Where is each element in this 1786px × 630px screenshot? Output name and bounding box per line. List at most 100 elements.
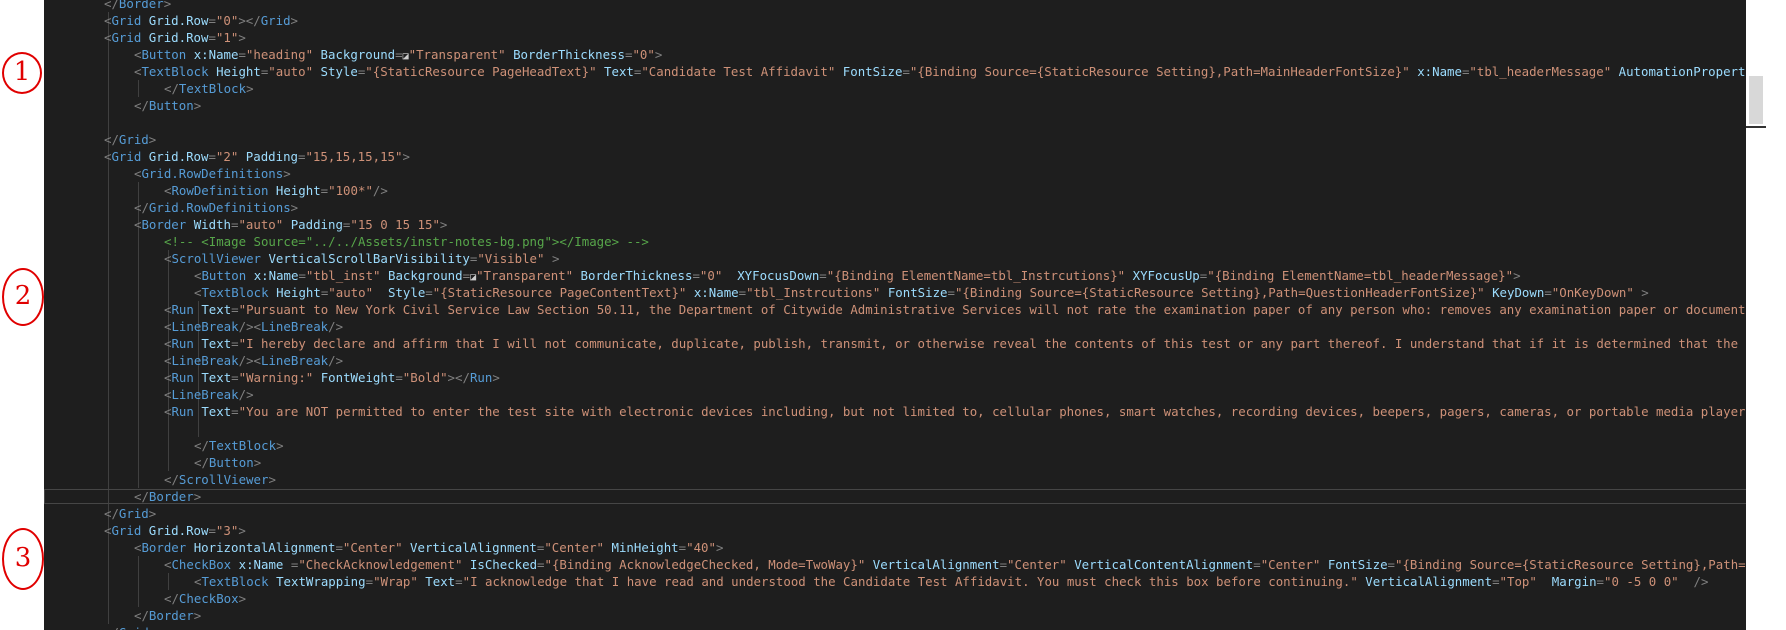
code-token: Run (171, 336, 194, 351)
code-line[interactable]: </Button> (134, 97, 201, 114)
code-line[interactable]: <Grid Grid.Row="1"> (104, 29, 246, 46)
code-line[interactable]: </TextBlock> (194, 437, 284, 454)
code-line[interactable]: <LineBreak/> (164, 386, 254, 403)
code-line[interactable]: <TextBlock TextWrapping="Wrap" Text="I a… (194, 573, 1708, 590)
code-token: "heading" (245, 47, 314, 62)
code-token: Run (171, 404, 194, 419)
scrollbar-thumb[interactable] (1749, 76, 1763, 124)
code-token: = (819, 268, 827, 283)
code-line[interactable]: </Grid> (104, 131, 156, 148)
code-token: FontSize (1320, 557, 1388, 572)
code-line[interactable]: <Button x:Name="tbl_inst" Background=◪"T… (194, 267, 1521, 284)
code-line[interactable]: <Run Text="Warning:" FontWeight="Bold"><… (164, 369, 500, 386)
code-line[interactable]: </Grid> (104, 505, 156, 522)
code-token: > (290, 13, 299, 28)
code-token: = (738, 285, 747, 300)
code-token: Button (141, 47, 187, 62)
code-line[interactable]: </Button> (194, 454, 261, 471)
code-token: </ (164, 591, 179, 606)
code-line[interactable]: <LineBreak/><LineBreak/> (164, 318, 343, 335)
code-token: ScrollViewer (171, 251, 261, 266)
code-token: > (654, 47, 663, 62)
code-line[interactable]: <Grid Grid.Row="0"></Grid> (104, 12, 298, 29)
code-token: FontSize (835, 64, 903, 79)
code-token: Grid.RowDefinitions (141, 166, 284, 181)
code-line[interactable]: <Grid.RowDefinitions> (134, 165, 291, 182)
code-editor[interactable]: </Border> <Grid Grid.Row="0"></Grid> <Grid… (44, 0, 1766, 630)
vertical-scrollbar[interactable] (1746, 0, 1766, 630)
code-token: = (231, 302, 239, 317)
code-token: "0 -5 0 0" (1604, 574, 1679, 589)
code-token: "tbl_headerMessage" (1469, 64, 1612, 79)
code-token: /> (328, 353, 344, 368)
code-token: = (1596, 574, 1605, 589)
code-line[interactable]: </Border> (104, 0, 171, 12)
code-token: = (231, 370, 239, 385)
code-line[interactable]: </CheckBox> (164, 590, 246, 607)
code-token: "{Binding Source={StaticResource Setting… (1395, 557, 1746, 572)
code-line[interactable]: <RowDefinition Height="100*"/> (164, 182, 388, 199)
code-token: > (492, 370, 500, 385)
code-token: = (231, 336, 239, 351)
code-line[interactable]: <CheckBox x:Name ="CheckAcknowledgement"… (164, 556, 1746, 573)
code-line[interactable]: <Run Text="Pursuant to New York Civil Se… (164, 301, 1766, 318)
code-line[interactable]: <LineBreak/><LineBreak/> (164, 352, 343, 369)
code-line[interactable]: </TextBlock> (164, 80, 254, 97)
code-token: Height (268, 285, 321, 300)
code-token: /> (328, 319, 344, 334)
code-token: "{Binding Source={StaticResource Setting… (909, 64, 1410, 79)
code-line[interactable]: </Border> (134, 488, 201, 505)
code-token: /> (238, 387, 254, 402)
code-token: > (193, 98, 202, 113)
code-line[interactable]: <Run Text="I hereby declare and affirm t… (164, 335, 1766, 352)
code-token: CheckBox (178, 591, 239, 606)
code-line[interactable]: </Grid> (104, 624, 156, 630)
code-token: = (238, 47, 246, 62)
code-token: "Center" (1260, 557, 1321, 572)
code-token: "0" (215, 13, 239, 28)
code-line[interactable]: <Button x:Name="heading" Background=◪"Tr… (134, 46, 662, 63)
code-line[interactable]: <TextBlock Height="auto" Style="{StaticR… (134, 63, 1766, 80)
code-token: Border (118, 0, 164, 11)
code-line[interactable]: <Border HorizontalAlignment="Center" Ver… (134, 539, 723, 556)
code-token: Text (596, 64, 634, 79)
code-token: > (246, 81, 254, 96)
code-token: MinHeight (604, 540, 679, 555)
code-token: XYFocusUp (1125, 268, 1200, 283)
code-line[interactable]: <Run Text="You are NOT permitted to ente… (164, 403, 1766, 420)
code-token: TextWrapping (268, 574, 366, 589)
code-line[interactable]: </Grid.RowDefinitions> (134, 199, 298, 216)
code-token: Height (268, 183, 321, 198)
code-line[interactable]: </ScrollViewer> (164, 471, 276, 488)
code-token: = (1253, 557, 1261, 572)
code-line[interactable]: <Border Width="auto" Padding="15 0 15 15… (134, 216, 447, 233)
code-token: </ (134, 608, 149, 623)
code-token: = (365, 574, 374, 589)
code-token: > (149, 625, 156, 630)
code-token: "auto" (268, 64, 314, 79)
code-token: = (692, 268, 700, 283)
code-token: "Wrap" (373, 574, 418, 589)
code-token: = (208, 30, 216, 45)
code-token: > (290, 200, 299, 215)
code-token: "3" (215, 523, 239, 538)
code-token: Run (469, 370, 493, 385)
code-token: LineBreak (261, 319, 329, 334)
code-line[interactable]: <Grid Grid.Row="2" Padding="15,15,15,15"… (104, 148, 410, 165)
code-token: "{Binding Source={StaticResource Setting… (954, 285, 1485, 300)
code-line[interactable]: </Border> (134, 607, 201, 624)
code-token: HorizontalAlignment (186, 540, 336, 555)
code-token: x:Name (246, 268, 299, 283)
code-line[interactable]: <ScrollViewer VerticalScrollBarVisibilit… (164, 250, 559, 267)
code-line[interactable]: <!-- <Image Source="../../Assets/instr-n… (164, 233, 649, 250)
code-token: "auto" (238, 217, 284, 232)
code-line[interactable]: <TextBlock Height="auto" Style="{StaticR… (194, 284, 1649, 301)
code-token: VerticalScrollBarVisibility (261, 251, 470, 266)
code-token: AutomationProperties (1611, 64, 1766, 79)
code-token: = (1544, 285, 1552, 300)
annotation-circle-3: 3 (2, 528, 44, 590)
code-token: Border (141, 540, 187, 555)
code-line[interactable]: <Grid Grid.Row="3"> (104, 522, 246, 539)
code-token: Grid (260, 13, 291, 28)
code-token: Text (193, 336, 232, 351)
